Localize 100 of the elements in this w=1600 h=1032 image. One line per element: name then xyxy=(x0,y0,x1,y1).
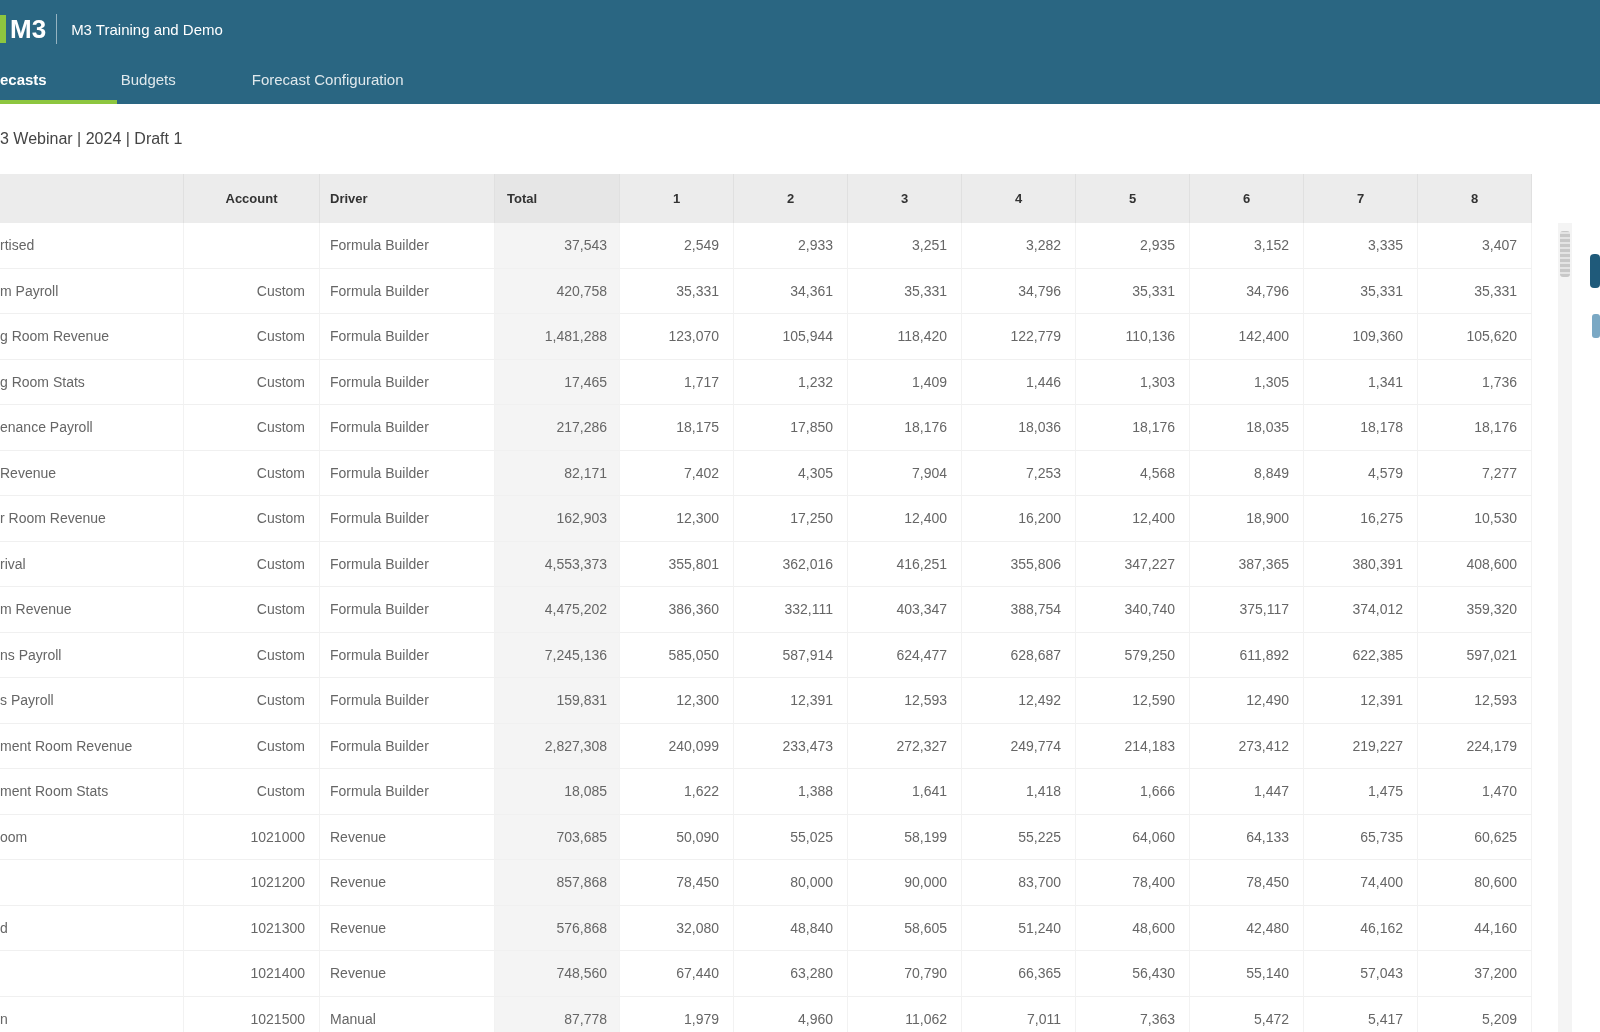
total-cell: 4,553,373 xyxy=(495,541,620,587)
month-cell: 118,420 xyxy=(848,314,962,360)
nav-tab[interactable]: ecasts xyxy=(0,58,117,104)
month-cell: 1,409 xyxy=(848,359,962,405)
total-cell: 159,831 xyxy=(495,678,620,724)
month-cell: 12,590 xyxy=(1076,678,1190,724)
account-cell: Custom xyxy=(184,632,320,678)
account-cell: 1021200 xyxy=(184,860,320,906)
row-label: n xyxy=(0,996,184,1032)
month-cell: 1,475 xyxy=(1304,769,1418,815)
account-cell: Custom xyxy=(184,723,320,769)
breadcrumb: 3 Webinar | 2024 | Draft 1 xyxy=(0,130,183,148)
month-cell: 78,450 xyxy=(1190,860,1304,906)
month-cell: 70,790 xyxy=(848,951,962,997)
month-cell: 7,402 xyxy=(620,450,734,496)
column-header: 2 xyxy=(734,174,848,223)
month-cell: 12,593 xyxy=(1418,678,1532,724)
total-cell: 703,685 xyxy=(495,814,620,860)
month-cell: 17,850 xyxy=(734,405,848,451)
nav-tab[interactable]: Forecast Configuration xyxy=(251,58,432,104)
account-cell: Custom xyxy=(184,541,320,587)
month-cell: 74,400 xyxy=(1304,860,1418,906)
month-cell: 78,400 xyxy=(1076,860,1190,906)
total-cell: 217,286 xyxy=(495,405,620,451)
month-cell: 4,305 xyxy=(734,450,848,496)
total-cell: 420,758 xyxy=(495,268,620,314)
total-cell: 37,543 xyxy=(495,223,620,269)
month-cell: 1,305 xyxy=(1190,359,1304,405)
total-cell: 162,903 xyxy=(495,496,620,542)
month-cell: 18,176 xyxy=(848,405,962,451)
month-cell: 18,175 xyxy=(620,405,734,451)
month-cell: 4,960 xyxy=(734,996,848,1032)
account-cell: 1021000 xyxy=(184,814,320,860)
account-cell: Custom xyxy=(184,587,320,633)
month-cell: 2,549 xyxy=(620,223,734,269)
total-cell: 748,560 xyxy=(495,951,620,997)
month-cell: 611,892 xyxy=(1190,632,1304,678)
month-cell: 110,136 xyxy=(1076,314,1190,360)
month-cell: 12,490 xyxy=(1190,678,1304,724)
month-cell: 12,391 xyxy=(1304,678,1418,724)
account-cell: Custom xyxy=(184,450,320,496)
month-cell: 35,331 xyxy=(848,268,962,314)
month-cell: 60,625 xyxy=(1418,814,1532,860)
row-label: r Room Revenue xyxy=(0,496,184,542)
row-label: g Room Revenue xyxy=(0,314,184,360)
month-cell: 83,700 xyxy=(962,860,1076,906)
month-cell: 34,796 xyxy=(1190,268,1304,314)
month-cell: 80,600 xyxy=(1418,860,1532,906)
month-cell: 240,099 xyxy=(620,723,734,769)
nav-tab[interactable]: Budgets xyxy=(120,58,204,104)
month-cell: 105,944 xyxy=(734,314,848,360)
month-cell: 78,450 xyxy=(620,860,734,906)
month-cell: 1,447 xyxy=(1190,769,1304,815)
month-cell: 2,935 xyxy=(1076,223,1190,269)
month-cell: 7,363 xyxy=(1076,996,1190,1032)
month-cell: 57,043 xyxy=(1304,951,1418,997)
month-cell: 109,360 xyxy=(1304,314,1418,360)
column-header: 5 xyxy=(1076,174,1190,223)
month-cell: 1,641 xyxy=(848,769,962,815)
month-cell: 628,687 xyxy=(962,632,1076,678)
month-cell: 48,600 xyxy=(1076,905,1190,951)
row-label: oom xyxy=(0,814,184,860)
month-cell: 12,593 xyxy=(848,678,962,724)
month-cell: 17,250 xyxy=(734,496,848,542)
month-cell: 11,062 xyxy=(848,996,962,1032)
month-cell: 340,740 xyxy=(1076,587,1190,633)
scrollbar-thumb[interactable] xyxy=(1560,231,1570,277)
column-header: 8 xyxy=(1418,174,1532,223)
month-cell: 386,360 xyxy=(620,587,734,633)
row-label: rival xyxy=(0,541,184,587)
month-cell: 416,251 xyxy=(848,541,962,587)
month-cell: 67,440 xyxy=(620,951,734,997)
month-cell: 7,904 xyxy=(848,450,962,496)
month-cell: 1,666 xyxy=(1076,769,1190,815)
month-cell: 3,407 xyxy=(1418,223,1532,269)
month-cell: 5,417 xyxy=(1304,996,1418,1032)
total-cell: 17,465 xyxy=(495,359,620,405)
column-header: Total xyxy=(495,174,620,223)
month-cell: 37,200 xyxy=(1418,951,1532,997)
month-cell: 66,365 xyxy=(962,951,1076,997)
total-cell: 7,245,136 xyxy=(495,632,620,678)
total-cell: 87,778 xyxy=(495,996,620,1032)
month-cell: 18,176 xyxy=(1076,405,1190,451)
side-panel-tab-icon[interactable] xyxy=(1590,254,1600,288)
total-cell: 4,475,202 xyxy=(495,587,620,633)
month-cell: 375,117 xyxy=(1190,587,1304,633)
month-cell: 58,199 xyxy=(848,814,962,860)
month-cell: 3,152 xyxy=(1190,223,1304,269)
month-cell: 3,251 xyxy=(848,223,962,269)
month-cell: 585,050 xyxy=(620,632,734,678)
account-cell: Custom xyxy=(184,496,320,542)
month-cell: 1,341 xyxy=(1304,359,1418,405)
month-cell: 34,796 xyxy=(962,268,1076,314)
month-cell: 355,801 xyxy=(620,541,734,587)
month-cell: 90,000 xyxy=(848,860,962,906)
month-cell: 214,183 xyxy=(1076,723,1190,769)
month-cell: 408,600 xyxy=(1418,541,1532,587)
row-label: ment Room Revenue xyxy=(0,723,184,769)
row-label: ment Room Stats xyxy=(0,769,184,815)
scrollbar[interactable] xyxy=(1558,223,1572,1032)
